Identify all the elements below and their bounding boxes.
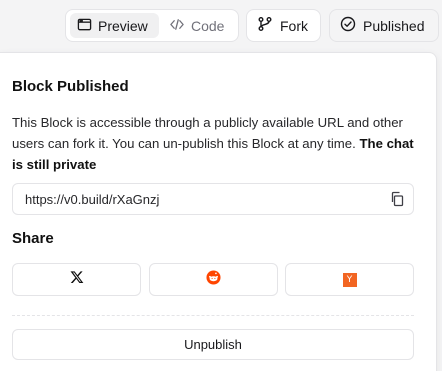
view-toggle: Preview Code: [65, 9, 239, 42]
published-button[interactable]: Published: [329, 9, 439, 42]
share-reddit-button[interactable]: [149, 263, 278, 296]
preview-label: Preview: [98, 17, 148, 34]
check-circle-icon: [340, 16, 356, 35]
popover-title: Block Published: [12, 78, 129, 95]
description-text: This Block is accessible through a publi…: [12, 115, 403, 151]
preview-tab[interactable]: Preview: [70, 13, 159, 38]
popover-description: This Block is accessible through a publi…: [12, 112, 422, 175]
share-x-button[interactable]: [12, 263, 141, 296]
hacker-news-icon: Y: [342, 272, 357, 287]
code-label: Code: [191, 17, 225, 34]
x-logo-icon: [70, 270, 84, 289]
reddit-icon: [206, 269, 221, 290]
published-label: Published: [363, 17, 425, 34]
code-icon: [169, 17, 185, 35]
share-hacker-news-button[interactable]: Y: [285, 263, 414, 296]
share-title: Share: [12, 230, 54, 247]
preview-icon: [77, 17, 92, 35]
git-fork-icon: [257, 16, 273, 35]
divider: [12, 315, 414, 316]
public-url-text: https://v0.build/rXaGnzj: [25, 191, 160, 207]
publish-popover: Block Published This Block is accessible…: [0, 52, 437, 371]
unpublish-button[interactable]: Unpublish: [12, 329, 414, 360]
fork-label: Fork: [280, 17, 308, 34]
code-tab[interactable]: Code: [162, 13, 236, 38]
copy-icon[interactable]: [389, 191, 405, 207]
unpublish-label: Unpublish: [184, 337, 242, 352]
fork-button[interactable]: Fork: [246, 9, 321, 42]
top-toolbar: Preview Code Fork Published: [0, 0, 442, 52]
public-url-field[interactable]: https://v0.build/rXaGnzj: [12, 183, 414, 215]
